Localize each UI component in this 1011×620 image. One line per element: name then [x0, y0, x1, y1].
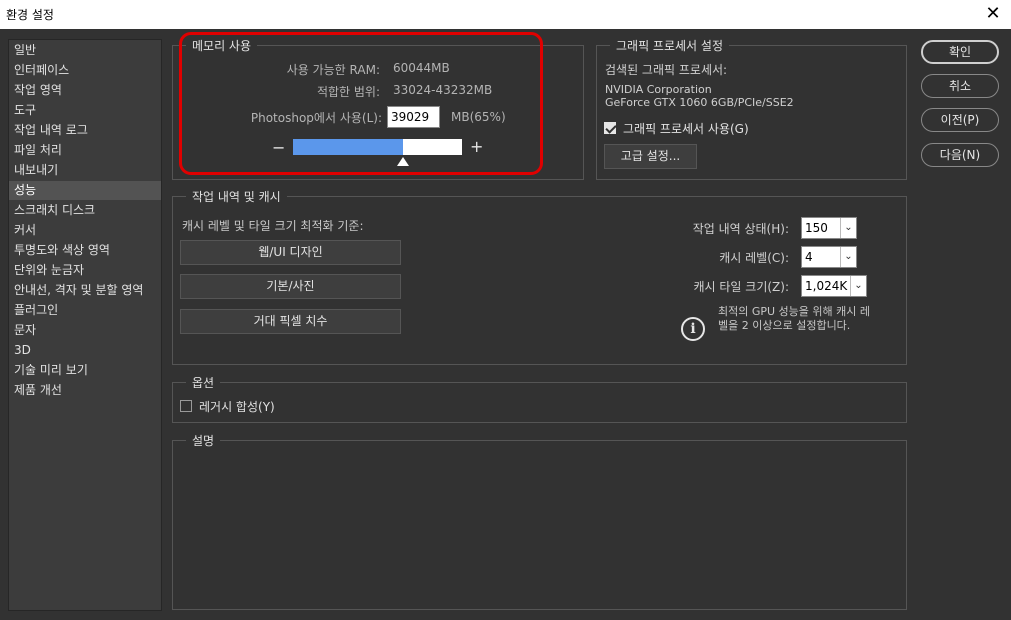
- info-icon-glyph: i: [690, 321, 696, 337]
- sidebar-item[interactable]: 제품 개선: [9, 381, 161, 400]
- cache-levels-label: 캐시 레벨(C):: [719, 251, 789, 265]
- options-group: [172, 382, 907, 423]
- sidebar-item[interactable]: 투명도와 색상 영역: [9, 241, 161, 260]
- detected-gpu-label: 검색된 그래픽 프로세서:: [605, 63, 728, 77]
- sidebar-item[interactable]: 안내선, 격자 및 분할 영역: [9, 281, 161, 300]
- ok-button[interactable]: 확인: [921, 40, 999, 64]
- web-ui-design-button[interactable]: 웹/UI 디자인: [180, 240, 401, 265]
- description-group: [172, 440, 907, 610]
- chevron-down-icon[interactable]: ⌄: [840, 247, 856, 267]
- history-states-input[interactable]: 150 ⌄: [801, 217, 857, 239]
- chevron-down-icon[interactable]: ⌄: [840, 218, 856, 238]
- sidebar-item[interactable]: 문자: [9, 321, 161, 340]
- sidebar-item[interactable]: 성능: [9, 181, 161, 200]
- sidebar-item[interactable]: 도구: [9, 101, 161, 120]
- chevron-down-icon[interactable]: ⌄: [850, 276, 866, 296]
- advanced-settings-button[interactable]: 고급 설정...: [604, 144, 697, 169]
- history-states-label: 작업 내역 상태(H):: [692, 222, 789, 236]
- gpu-model: GeForce GTX 1060 6GB/PCIe/SSE2: [605, 96, 794, 109]
- huge-pixel-button[interactable]: 거대 픽셀 치수: [180, 309, 401, 334]
- sidebar-item[interactable]: 파일 처리: [9, 141, 161, 160]
- sidebar-item[interactable]: 3D: [9, 341, 161, 360]
- sidebar-item[interactable]: 플러그인: [9, 301, 161, 320]
- cache-tile-size-label: 캐시 타일 크기(Z):: [693, 280, 790, 294]
- close-icon[interactable]: ✕: [981, 3, 1005, 25]
- sidebar-item[interactable]: 스크래치 디스크: [9, 201, 161, 220]
- options-title: 옵션: [186, 374, 221, 391]
- cache-levels-select[interactable]: 4 ⌄: [801, 246, 857, 268]
- title-bar: 환경 설정 ✕: [0, 0, 1011, 29]
- legacy-compositing-checkbox[interactable]: [180, 400, 192, 412]
- cache-optimize-label: 캐시 레벨 및 타일 크기 최적화 기준:: [182, 219, 364, 233]
- use-gpu-label: 그래픽 프로세서 사용(G): [623, 122, 749, 136]
- history-cache-title: 작업 내역 및 캐시: [186, 188, 287, 205]
- sidebar-nav: 일반 인터페이스 작업 영역 도구 작업 내역 로그 파일 처리 내보내기 성능 스크래치 디스…: [8, 39, 162, 611]
- memory-usage-highlight: [179, 32, 543, 175]
- sidebar-item[interactable]: 내보내기: [9, 161, 161, 180]
- info-text-line2: 벨을 2 이상으로 설정합니다.: [718, 319, 851, 332]
- sidebar-item[interactable]: 작업 영역: [9, 81, 161, 100]
- gpu-vendor: NVIDIA Corporation: [605, 83, 712, 96]
- history-states-value: 150: [805, 221, 828, 235]
- info-icon: i: [681, 317, 705, 341]
- prev-button[interactable]: 이전(P): [921, 108, 999, 132]
- legacy-compositing-label: 레거시 합성(Y): [199, 400, 275, 414]
- next-button[interactable]: 다음(N): [921, 143, 999, 167]
- sidebar-item[interactable]: 단위와 눈금자: [9, 261, 161, 280]
- description-title: 설명: [186, 432, 221, 449]
- sidebar-item[interactable]: 기술 미리 보기: [9, 361, 161, 380]
- window-title: 환경 설정: [6, 8, 54, 22]
- sidebar-item[interactable]: 인터페이스: [9, 61, 161, 80]
- gpu-settings-title: 그래픽 프로세서 설정: [610, 37, 729, 54]
- cache-tile-size-select[interactable]: 1,024K ⌄: [801, 275, 867, 297]
- default-photo-button[interactable]: 기본/사진: [180, 274, 401, 299]
- sidebar-item[interactable]: 커서: [9, 221, 161, 240]
- cache-tile-size-value: 1,024K: [805, 279, 848, 293]
- cancel-button[interactable]: 취소: [921, 74, 999, 98]
- sidebar-item[interactable]: 일반: [9, 41, 161, 60]
- cache-levels-value: 4: [805, 250, 813, 264]
- sidebar-item[interactable]: 작업 내역 로그: [9, 121, 161, 140]
- use-gpu-checkbox[interactable]: [604, 122, 616, 134]
